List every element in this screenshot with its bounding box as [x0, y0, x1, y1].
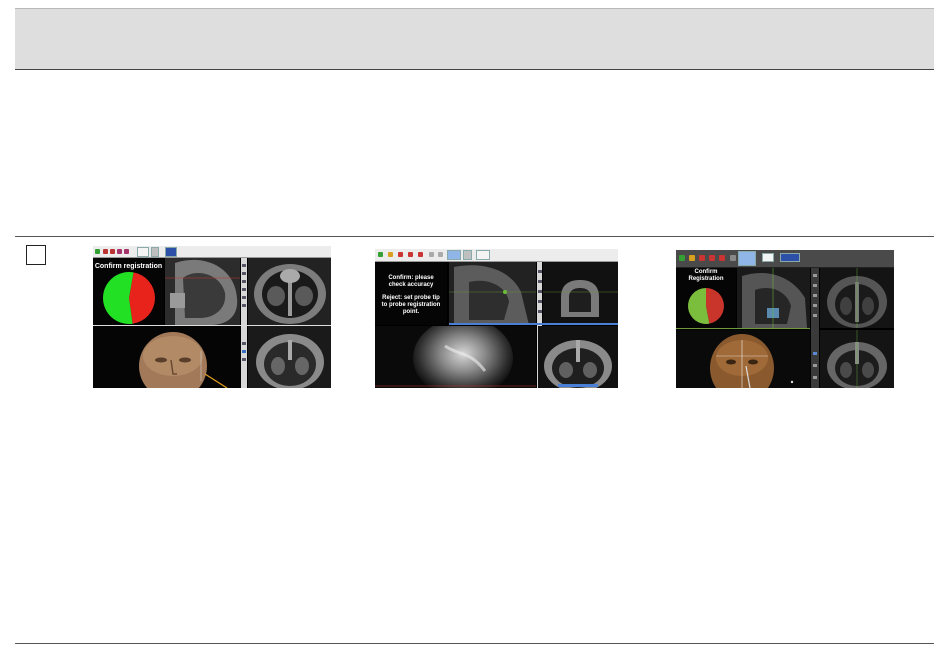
- toolbar: [375, 249, 618, 262]
- toolbar-grey-icon: [730, 255, 736, 261]
- pie-slice-1: [103, 272, 134, 324]
- toolbar-green-icon: [378, 252, 383, 257]
- header-band: [15, 8, 934, 70]
- toolbar-magenta-icon: [124, 249, 129, 254]
- view-tool-icon[interactable]: [762, 253, 774, 262]
- ct-axial-view: [248, 326, 331, 388]
- footer-divider: [15, 643, 934, 644]
- 3d-face-view: [93, 326, 240, 388]
- registration-accuracy-pie: [688, 288, 724, 324]
- side-tool-palette: [811, 268, 819, 388]
- endoscope-video-view: [375, 326, 536, 388]
- ct-sagittal-view: [165, 258, 240, 325]
- accuracy-message-line: Reject: set probe tip: [382, 295, 440, 301]
- status-bar: [676, 328, 810, 329]
- toolbar: [676, 250, 894, 268]
- registration-panel: Confirm registration: [93, 258, 164, 325]
- section-divider: [15, 236, 934, 237]
- probe-tool-icon[interactable]: [447, 250, 461, 260]
- pie-slice-0: [706, 288, 724, 324]
- toolbar-red-icon: [719, 255, 725, 261]
- toolbar-green-icon: [95, 249, 100, 254]
- registration-accuracy-pie: [103, 272, 155, 324]
- probe-tool-icon[interactable]: [738, 251, 756, 266]
- brand-logo-icon: [476, 250, 490, 260]
- status-bar: [449, 323, 618, 325]
- toolbar-grey-icon: [438, 252, 443, 257]
- toolbar-red-icon: [418, 252, 423, 257]
- view-tool-icon[interactable]: [463, 250, 472, 260]
- toolbar-green-icon: [679, 255, 685, 261]
- toolbar-magenta-icon: [117, 249, 122, 254]
- probe-tool-icon: [137, 247, 149, 257]
- toolbar-red-icon: [709, 255, 715, 261]
- accuracy-message-line: to probe registration: [381, 302, 441, 308]
- toolbar-red-icon: [699, 255, 705, 261]
- view-tool-icon: [151, 247, 159, 257]
- ct-sagittal-view: [737, 268, 810, 328]
- accuracy-message-panel: Confirm: please check accuracy Reject: s…: [375, 262, 447, 325]
- brand-logo-icon: [165, 247, 177, 257]
- ct-sagittal-view: [449, 262, 536, 325]
- toolbar-red-icon: [103, 249, 108, 254]
- accuracy-message-line: point.: [402, 309, 420, 315]
- ct-axial-view: [538, 326, 618, 388]
- accuracy-message-line: check accuracy: [388, 282, 434, 288]
- toolbar-red-icon: [110, 249, 115, 254]
- brand-logo-icon: [780, 253, 800, 262]
- toolbar-orange-icon: [689, 255, 695, 261]
- navigation-screenshot-confirm-registration-dark: Confirm Registration: [676, 250, 894, 388]
- toolbar: [93, 246, 331, 258]
- navigation-screenshot-confirm-accuracy: Confirm: please check accuracy Reject: s…: [375, 249, 618, 388]
- 3d-face-view: [676, 330, 810, 388]
- ct-coronal-view: [543, 262, 618, 325]
- pie-slice-0: [129, 272, 155, 324]
- ct-coronal-view: [820, 268, 894, 328]
- accuracy-message-line: Confirm: please: [388, 275, 434, 281]
- navigation-screenshot-confirm-registration: Confirm registration: [93, 246, 331, 388]
- registration-panel: Confirm Registration: [676, 268, 736, 328]
- toolbar-red-icon: [398, 252, 403, 257]
- toolbar-red-icon: [408, 252, 413, 257]
- ct-coronal-view: [248, 258, 331, 325]
- ct-axial-view: [820, 330, 894, 388]
- toolbar-grey-icon: [429, 252, 434, 257]
- side-tool-palette: [241, 258, 247, 388]
- step-number-box: [26, 245, 46, 265]
- toolbar-orange-icon: [388, 252, 393, 257]
